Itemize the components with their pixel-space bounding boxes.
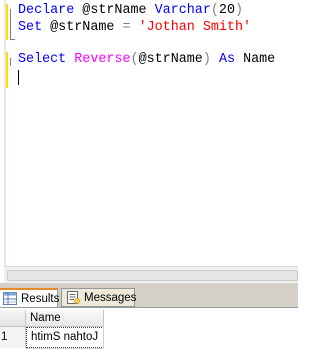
- code-token: 20: [218, 3, 235, 18]
- row-number-header[interactable]: [0, 310, 26, 327]
- outline-bracket: [10, 58, 11, 66]
- change-indicator-bar: [6, 52, 8, 88]
- tab-results[interactable]: Results: [0, 288, 60, 307]
- code-token: @strName: [74, 3, 155, 18]
- code-token: Set: [18, 20, 43, 35]
- query-editor[interactable]: Declare @strName Varchar(20) Set @strName…: [0, 0, 298, 266]
- code-token: ): [202, 52, 211, 67]
- code-token: ): [234, 3, 244, 18]
- code-line[interactable]: Select Reverse(@strName) As Name: [18, 51, 275, 69]
- code-token: As: [218, 52, 236, 67]
- grid-line: [103, 327, 104, 349]
- outline-bracket: [10, 9, 11, 39]
- results-tabbar: Results Messages: [0, 287, 298, 308]
- horizontal-scrollbar[interactable]: [4, 266, 298, 283]
- code-token: Reverse: [74, 52, 131, 67]
- code-token: (: [210, 3, 219, 18]
- grid-cell[interactable]: htimS nahtoJ: [26, 327, 104, 348]
- code-token: =: [122, 20, 131, 35]
- text-caret: [18, 70, 19, 85]
- code-line[interactable]: Set @strName = 'Jothan Smith': [18, 19, 251, 37]
- code-token: (: [130, 52, 139, 67]
- grid-line: [26, 348, 104, 349]
- code-token: Declare: [18, 3, 75, 18]
- change-indicator-bar: [6, 4, 8, 40]
- tab-messages-label: Messages: [84, 291, 137, 304]
- outline-bracket-end: [10, 39, 15, 40]
- scrollbar-thumb[interactable]: [7, 270, 298, 281]
- code-token: @strName: [42, 20, 123, 35]
- grid-header-row: Name: [0, 310, 298, 327]
- code-token: 'Jothan Smith': [138, 20, 252, 35]
- column-header-name[interactable]: Name: [26, 310, 104, 327]
- code-token: Name: [235, 52, 276, 67]
- row-number[interactable]: 1: [0, 327, 26, 348]
- code-token: Varchar: [154, 3, 211, 18]
- messages-icon: [67, 291, 80, 304]
- code-line[interactable]: Declare @strName Varchar(20): [18, 2, 243, 20]
- tab-results-label: Results: [21, 292, 60, 305]
- code-token: Select: [18, 52, 67, 67]
- results-grid: Name 1 htimS nahtoJ: [0, 308, 298, 359]
- table-row: 1 htimS nahtoJ: [0, 327, 298, 348]
- results-grid-icon: [3, 292, 17, 305]
- code-token: @strName: [138, 52, 203, 67]
- tab-messages[interactable]: Messages: [61, 288, 137, 307]
